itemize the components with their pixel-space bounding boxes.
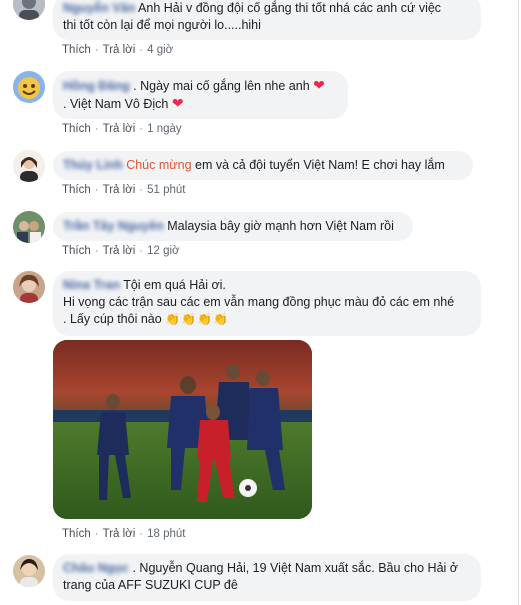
- like-button[interactable]: Thích: [62, 123, 91, 135]
- comment-highlight: Chúc mừng: [126, 158, 192, 172]
- comment-actions: Thích · Trả lời · 4 giờ: [62, 44, 173, 56]
- comment-actions: Thích · Trả lời · 51 phút: [62, 184, 186, 196]
- separator: ·: [94, 44, 99, 56]
- reply-button[interactable]: Trả lời: [103, 44, 136, 56]
- avatar[interactable]: [13, 555, 45, 587]
- feed-right-border: [518, 0, 519, 605]
- commenter-name[interactable]: Thúy Linh: [63, 158, 123, 172]
- reply-button[interactable]: Trả lời: [103, 245, 136, 257]
- comment-bubble: Nguyễn Văn Anh Hải v đồng đội cố gắng th…: [53, 0, 481, 40]
- comment-text: . Việt Nam Vô Địch: [63, 97, 169, 111]
- separator: ·: [94, 245, 99, 257]
- comment-actions: Thích · Trả lời · 18 phút: [62, 528, 186, 540]
- avatar[interactable]: [13, 150, 45, 182]
- avatar[interactable]: [13, 0, 45, 20]
- like-button[interactable]: Thích: [62, 44, 91, 56]
- reply-button[interactable]: Trả lời: [103, 528, 136, 540]
- comment-text: . Nguyễn Quang Hải, 19 Việt Nam xuất sắc…: [132, 561, 458, 575]
- comment-bubble: Thúy Linh Chúc mừng em và cả đội tuyển V…: [53, 151, 473, 180]
- avatar[interactable]: [13, 211, 45, 243]
- comment-actions: Thích · Trả lời · 1 ngày: [62, 123, 182, 135]
- comment-text: . Ngày mai cố gắng lên nhe anh: [133, 79, 310, 93]
- separator: ·: [139, 44, 144, 56]
- comment-timestamp[interactable]: 51 phút: [147, 184, 185, 196]
- like-button[interactable]: Thích: [62, 184, 91, 196]
- comment-timestamp[interactable]: 18 phút: [147, 528, 185, 540]
- heart-emoji-icon: ❤: [313, 77, 325, 93]
- separator: ·: [94, 184, 99, 196]
- comment-text: Hi vọng các trận sau các em vẫn mang đồn…: [63, 295, 455, 309]
- separator: ·: [139, 528, 144, 540]
- like-button[interactable]: Thích: [62, 245, 91, 257]
- commenter-name[interactable]: Nina Tran: [63, 278, 120, 292]
- comment-bubble: Châu Ngọc . Nguyễn Quang Hải, 19 Việt Na…: [53, 554, 481, 601]
- comment-actions: Thích · Trả lời · 12 giờ: [62, 245, 180, 257]
- comment-bubble: Hồng Đăng . Ngày mai cố gắng lên nhe anh…: [53, 71, 348, 119]
- comment-bubble: Nina Tran Tội em quá Hải ơi. Hi vọng các…: [53, 271, 481, 336]
- clapping-hands-emoji-icon: 👏👏👏👏: [165, 312, 229, 326]
- commenter-name[interactable]: Châu Ngọc: [63, 561, 129, 575]
- heart-emoji-icon: ❤: [171, 95, 184, 111]
- comment-photo[interactable]: [53, 340, 312, 519]
- comment-text: . Lấy cúp thôi nào: [63, 312, 162, 326]
- comment-text: Malaysia bây giờ mạnh hơn Việt Nam rồi: [167, 219, 394, 233]
- avatar[interactable]: [13, 271, 45, 303]
- comment-timestamp[interactable]: 1 ngày: [147, 123, 182, 135]
- football-match-image: [53, 340, 312, 519]
- like-button[interactable]: Thích: [62, 528, 91, 540]
- separator: ·: [94, 528, 99, 540]
- separator: ·: [139, 245, 144, 257]
- comment-text: Anh Hải v đồng đội cố gắng thi tốt nhá c…: [138, 1, 442, 15]
- comment-text: trang của AFF SUZUKI CUP đê: [63, 578, 238, 592]
- comment-text: thi tốt còn lại để mọi người lo.....hihi: [63, 18, 261, 32]
- comment-timestamp[interactable]: 12 giờ: [147, 245, 179, 257]
- comment-timestamp[interactable]: 4 giờ: [147, 44, 173, 56]
- commenter-name[interactable]: Trần Tây Nguyên: [63, 219, 164, 233]
- avatar[interactable]: [13, 71, 45, 103]
- commenter-name[interactable]: Hồng Đăng: [63, 79, 130, 93]
- separator: ·: [94, 123, 99, 135]
- comment-text: em và cả đội tuyển Việt Nam! E chơi hay …: [195, 158, 445, 172]
- comment-bubble: Trần Tây Nguyên Malaysia bây giờ mạnh hơ…: [53, 212, 413, 241]
- reply-button[interactable]: Trả lời: [103, 123, 136, 135]
- separator: ·: [139, 184, 144, 196]
- reply-button[interactable]: Trả lời: [103, 184, 136, 196]
- commenter-name[interactable]: Nguyễn Văn: [63, 1, 135, 15]
- separator: ·: [139, 123, 144, 135]
- comment-text: Tội em quá Hải ơi.: [123, 278, 226, 292]
